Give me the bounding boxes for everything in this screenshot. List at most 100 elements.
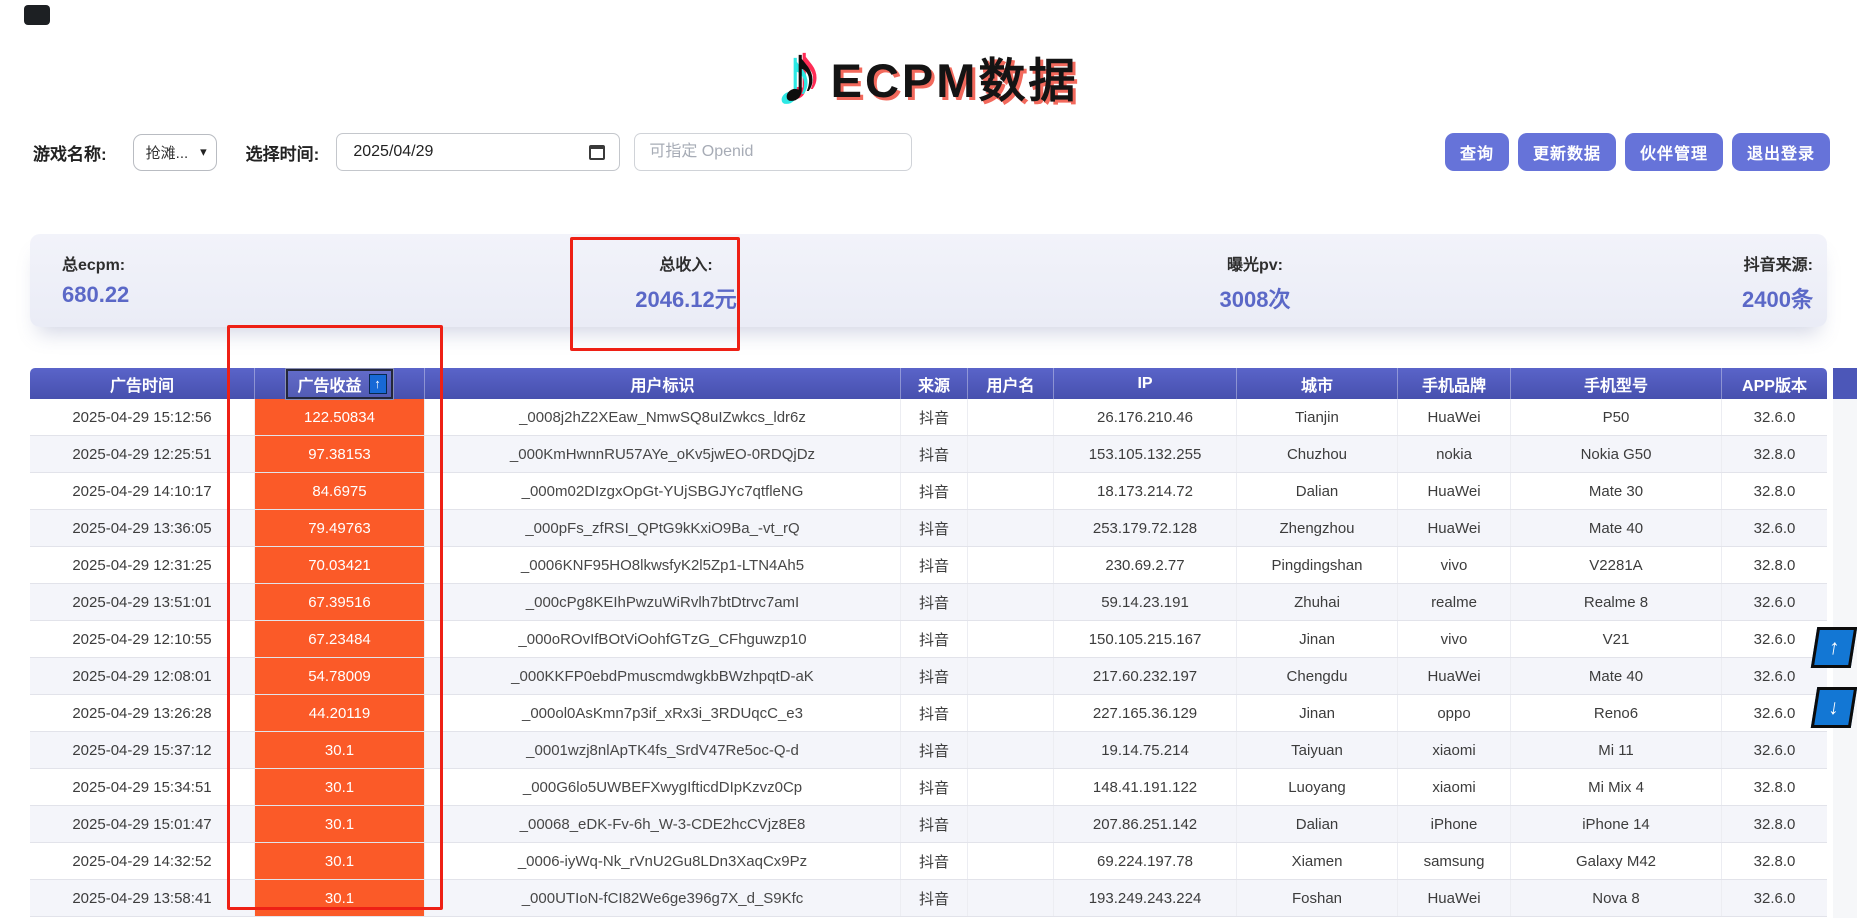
col-username: 用户名 xyxy=(967,368,1053,399)
cell-username xyxy=(967,399,1053,435)
col-phone-model: 手机型号 xyxy=(1510,368,1721,399)
cell-phone-brand: HuaWei xyxy=(1397,510,1510,546)
col-app-version: APP版本 xyxy=(1721,368,1827,399)
cell-source: 抖音 xyxy=(900,695,967,731)
calendar-icon[interactable] xyxy=(589,145,605,160)
cell-user-id: _000pFs_zfRSI_QPtG9kKxiO9Ba_-vt_rQ xyxy=(424,510,900,546)
query-button[interactable]: 查询 xyxy=(1445,133,1509,171)
cell-user-id: _000cPg8KEIhPwzuWiRvlh7btDtrvc7amI xyxy=(424,584,900,620)
partner-manage-button[interactable]: 伙伴管理 xyxy=(1625,133,1723,171)
logout-button[interactable]: 退出登录 xyxy=(1732,133,1830,171)
cell-ad-time: 2025-04-29 15:34:51 xyxy=(30,769,254,805)
sort-asc-icon[interactable]: ↑ xyxy=(369,374,387,394)
cell-app-version: 32.8.0 xyxy=(1721,436,1827,472)
cell-source: 抖音 xyxy=(900,547,967,583)
cell-ad-revenue: 84.6975 xyxy=(254,473,424,509)
cell-username xyxy=(967,658,1053,694)
col-ad-time: 广告时间 xyxy=(30,368,254,399)
col-ad-revenue[interactable]: 广告收益 ↑ xyxy=(254,368,424,399)
table-row[interactable]: 2025-04-29 15:12:56 122.50834 _0008j2hZ2… xyxy=(30,399,1827,436)
game-name-label: 游戏名称: xyxy=(33,140,107,165)
cell-app-version: 32.6.0 xyxy=(1721,621,1827,657)
cell-phone-brand: nokia xyxy=(1397,436,1510,472)
table-body: 2025-04-29 15:12:56 122.50834 _0008j2hZ2… xyxy=(30,399,1827,917)
cell-ad-revenue: 67.39516 xyxy=(254,584,424,620)
cell-ad-time: 2025-04-29 13:26:28 xyxy=(30,695,254,731)
table-row[interactable]: 2025-04-29 15:34:51 30.1 _000G6lo5UWBEFX… xyxy=(30,769,1827,806)
cell-username xyxy=(967,473,1053,509)
cell-phone-brand: HuaWei xyxy=(1397,880,1510,916)
cell-app-version: 32.6.0 xyxy=(1721,584,1827,620)
cell-ad-time: 2025-04-29 12:10:55 xyxy=(30,621,254,657)
cell-ip: 18.173.214.72 xyxy=(1053,473,1236,509)
refresh-data-button[interactable]: 更新数据 xyxy=(1518,133,1616,171)
cell-ad-time: 2025-04-29 14:10:17 xyxy=(30,473,254,509)
cell-source: 抖音 xyxy=(900,510,967,546)
cell-username xyxy=(967,436,1053,472)
table-row[interactable]: 2025-04-29 13:51:01 67.39516 _000cPg8KEI… xyxy=(30,584,1827,621)
cell-ad-revenue: 30.1 xyxy=(254,880,424,916)
cell-ip: 26.176.210.46 xyxy=(1053,399,1236,435)
cell-app-version: 32.8.0 xyxy=(1721,769,1827,805)
table-row[interactable]: 2025-04-29 13:58:41 30.1 _000UTIoN-fCI82… xyxy=(30,880,1827,917)
cell-username xyxy=(967,769,1053,805)
cell-ad-time: 2025-04-29 14:32:52 xyxy=(30,843,254,879)
table-row[interactable]: 2025-04-29 12:10:55 67.23484 _000oROvIfB… xyxy=(30,621,1827,658)
col-ad-revenue-label: 广告收益 xyxy=(297,372,361,396)
table-row[interactable]: 2025-04-29 14:32:52 30.1 _0006-iyWq-Nk_r… xyxy=(30,843,1827,880)
date-input[interactable]: 2025/04/29 xyxy=(336,133,620,171)
col-city: 城市 xyxy=(1236,368,1397,399)
stat-total-ecpm: 总ecpm: 680.22 xyxy=(62,251,129,308)
table-row[interactable]: 2025-04-29 12:31:25 70.03421 _0006KNF95H… xyxy=(30,547,1827,584)
table-row[interactable]: 2025-04-29 13:36:05 79.49763 _000pFs_zfR… xyxy=(30,510,1827,547)
chevron-down-icon: ▾ xyxy=(200,144,207,160)
cell-source: 抖音 xyxy=(900,732,967,768)
cell-ad-revenue: 30.1 xyxy=(254,769,424,805)
stat-total-income: 总收入: 2046.12元 xyxy=(600,251,772,314)
cell-ip: 153.105.132.255 xyxy=(1053,436,1236,472)
col-user-id: 用户标识 xyxy=(424,368,900,399)
cell-phone-brand: iPhone xyxy=(1397,806,1510,842)
cell-ip: 148.41.191.122 xyxy=(1053,769,1236,805)
table-row[interactable]: 2025-04-29 13:26:28 44.20119 _000ol0AsKm… xyxy=(30,695,1827,732)
cell-phone-brand: HuaWei xyxy=(1397,473,1510,509)
game-select[interactable]: 抢滩... ▾ xyxy=(133,134,217,171)
cell-ad-time: 2025-04-29 12:25:51 xyxy=(30,436,254,472)
cell-ip: 230.69.2.77 xyxy=(1053,547,1236,583)
stat-label: 抖音来源: xyxy=(1742,251,1813,275)
cell-ip: 253.179.72.128 xyxy=(1053,510,1236,546)
cell-username xyxy=(967,806,1053,842)
col-ip: IP xyxy=(1053,368,1236,399)
cell-ip: 69.224.197.78 xyxy=(1053,843,1236,879)
openid-input[interactable] xyxy=(634,133,912,171)
cell-app-version: 32.6.0 xyxy=(1721,399,1827,435)
table-row[interactable]: 2025-04-29 14:10:17 84.6975 _000m02DIzgx… xyxy=(30,473,1827,510)
table-row[interactable]: 2025-04-29 15:37:12 30.1 _0001wzj8nlApTK… xyxy=(30,732,1827,769)
cell-phone-brand: HuaWei xyxy=(1397,399,1510,435)
cell-app-version: 32.8.0 xyxy=(1721,843,1827,879)
cell-city: Dalian xyxy=(1236,806,1397,842)
cell-phone-model: P50 xyxy=(1510,399,1721,435)
scroll-up-button[interactable]: ↑ xyxy=(1811,627,1857,668)
cell-source: 抖音 xyxy=(900,880,967,916)
cell-phone-brand: vivo xyxy=(1397,547,1510,583)
app-logo: ♪ ECPM数据 xyxy=(0,28,1857,124)
cell-user-id: _000UTIoN-fCI82We6ge396g7X_d_S9Kfc xyxy=(424,880,900,916)
table-row[interactable]: 2025-04-29 12:25:51 97.38153 _000KmHwnnR… xyxy=(30,436,1827,473)
cell-city: Zhengzhou xyxy=(1236,510,1397,546)
scroll-down-button[interactable]: ↓ xyxy=(1811,687,1857,728)
cell-ad-revenue: 70.03421 xyxy=(254,547,424,583)
cell-phone-model: Mate 40 xyxy=(1510,510,1721,546)
cell-city: Taiyuan xyxy=(1236,732,1397,768)
table-row[interactable]: 2025-04-29 15:01:47 30.1 _00068_eDK-Fv-6… xyxy=(30,806,1827,843)
cell-user-id: _000m02DIzgxOpGt-YUjSBGJYc7qtfleNG xyxy=(424,473,900,509)
sort-control[interactable]: 广告收益 ↑ xyxy=(286,369,392,399)
cell-city: Chengdu xyxy=(1236,658,1397,694)
cell-city: Pingdingshan xyxy=(1236,547,1397,583)
table-row[interactable]: 2025-04-29 12:08:01 54.78009 _000KKFP0eb… xyxy=(30,658,1827,695)
cell-username xyxy=(967,695,1053,731)
cell-ad-time: 2025-04-29 15:01:47 xyxy=(30,806,254,842)
cell-phone-model: Nokia G50 xyxy=(1510,436,1721,472)
cell-ad-revenue: 54.78009 xyxy=(254,658,424,694)
cell-user-id: _000KKFP0ebdPmuscmdwgkbBWzhpqtD-aK xyxy=(424,658,900,694)
